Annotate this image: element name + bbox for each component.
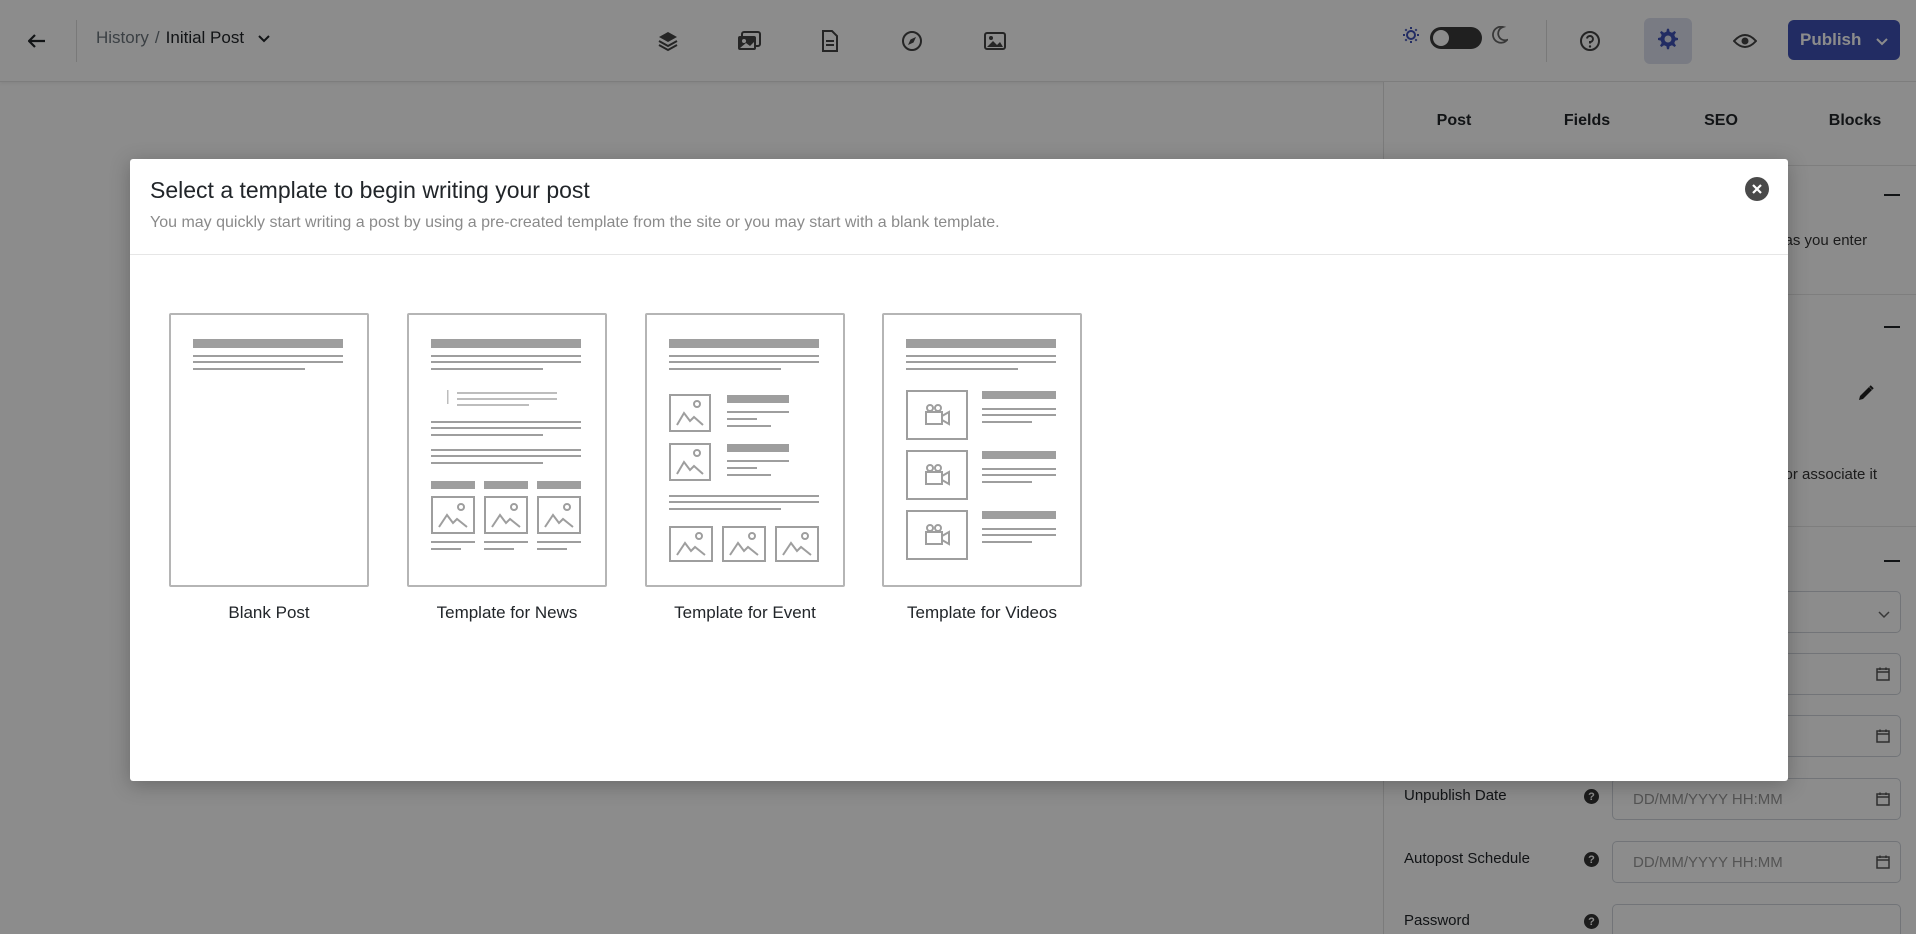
template-card-news[interactable]: Template for News [407, 313, 607, 623]
template-label: Template for Videos [907, 603, 1057, 622]
videos-template-icon [882, 313, 1082, 587]
modal-subtitle: You may quickly start writing a post by … [150, 214, 1000, 231]
modal-title: Select a template to begin writing your … [150, 177, 590, 203]
template-card-blank[interactable]: Blank Post [169, 313, 369, 623]
modal-header: Select a template to begin writing your … [130, 159, 1788, 255]
event-template-icon [645, 313, 845, 587]
template-card-event[interactable]: Template for Event [645, 313, 845, 623]
template-label: Blank Post [228, 603, 310, 622]
template-card-videos[interactable]: Template for Videos [882, 313, 1082, 623]
template-label: Template for News [436, 603, 578, 622]
template-label: Template for Event [674, 603, 816, 622]
close-icon[interactable] [1745, 177, 1769, 201]
template-select-modal: Select a template to begin writing your … [130, 159, 1788, 781]
blank-template-icon [169, 313, 369, 587]
news-template-icon [407, 313, 607, 587]
